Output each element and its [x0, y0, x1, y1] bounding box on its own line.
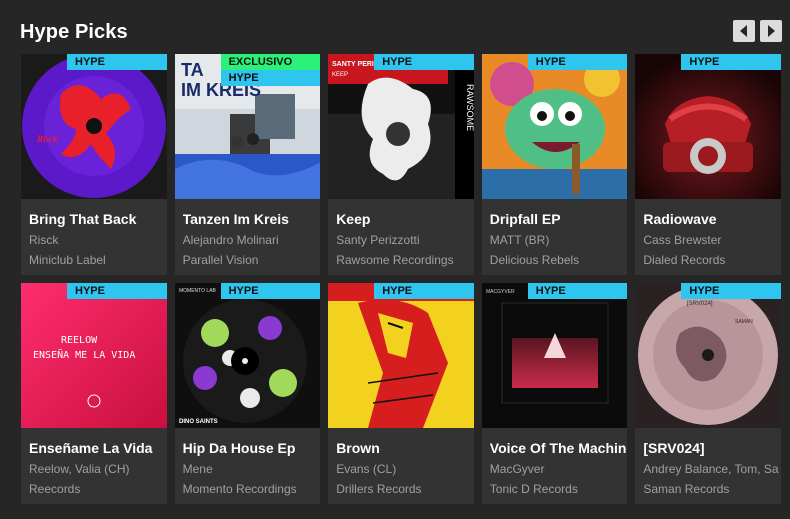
- section-header: Hype Picks: [20, 20, 782, 46]
- release-label[interactable]: Parallel Vision: [183, 253, 319, 267]
- hype-badge: HYPE: [527, 283, 628, 299]
- release-label[interactable]: Dialed Records: [643, 253, 779, 267]
- release-card[interactable]: REELOW ENSEÑA ME LA VIDA HYPE Enseñame L…: [21, 283, 167, 504]
- release-card[interactable]: HYPE Dripfall EP MATT (BR) Delicious Reb…: [481, 54, 628, 275]
- release-grid: Risck HYPE Bring That Back Risck Miniclu…: [21, 54, 781, 512]
- chevron-left-icon: [740, 25, 747, 37]
- section-title: Hype Picks: [20, 21, 128, 43]
- release-artist[interactable]: Evans (CL): [336, 462, 472, 476]
- release-card[interactable]: MOMENTO LAB DINO SAINTS HYPE Hip Da Hous…: [174, 283, 321, 504]
- release-artist[interactable]: Santy Perizzotti: [336, 233, 472, 247]
- release-label[interactable]: Delicious Rebels: [490, 253, 626, 267]
- release-row: REELOW ENSEÑA ME LA VIDA HYPE Enseñame L…: [21, 283, 781, 504]
- chevron-right-icon: [768, 25, 775, 37]
- release-label[interactable]: Tonic D Records: [490, 482, 626, 496]
- svg-text:DINO SAINTS: DINO SAINTS: [179, 419, 218, 425]
- release-artist[interactable]: Reelow, Valia (CH): [29, 462, 165, 476]
- svg-text:RAWSOME: RAWSOME: [465, 84, 474, 131]
- release-label[interactable]: Saman Records: [643, 482, 779, 496]
- svg-text:KEEP: KEEP: [332, 72, 348, 78]
- release-artwork[interactable]: MACGYVER: [481, 283, 628, 428]
- release-label[interactable]: Drillers Records: [336, 482, 472, 496]
- svg-text:Risck: Risck: [36, 134, 58, 144]
- carousel-controls: [733, 20, 782, 42]
- prev-button[interactable]: [733, 20, 755, 42]
- release-title[interactable]: Radiowave: [643, 211, 779, 227]
- svg-text:ENSEÑA ME LA VIDA: ENSEÑA ME LA VIDA: [33, 348, 135, 361]
- release-label[interactable]: Momento Recordings: [183, 482, 319, 496]
- svg-text:SAMAN: SAMAN: [735, 319, 753, 325]
- release-card[interactable]: [SRV024] SAMAN HYPE [SRV024] Andrey Bala…: [635, 283, 781, 504]
- release-artwork[interactable]: SANTY PERIZZOTTI KEEP RAWSOME: [328, 54, 474, 199]
- svg-text:EVANS (CL): EVANS (CL): [346, 372, 352, 405]
- hype-badge: HYPE: [67, 283, 167, 299]
- svg-text:TA: TA: [181, 60, 204, 80]
- hype-badge: HYPE: [527, 54, 628, 70]
- hype-badge: HYPE: [220, 283, 321, 299]
- hype-badge: HYPE: [374, 54, 474, 70]
- release-card[interactable]: TA IM KREIS EXCLUSIVO HYPE Tanzen Im Kre…: [174, 54, 321, 275]
- release-title[interactable]: Voice Of The Machine: [490, 440, 626, 456]
- release-artwork[interactable]: MOMENTO LAB DINO SAINTS: [174, 283, 321, 428]
- svg-text:MACGYVER: MACGYVER: [486, 289, 515, 295]
- release-card[interactable]: HYPE Radiowave Cass Brewster Dialed Reco…: [635, 54, 781, 275]
- release-card[interactable]: MACGYVER HYPE Voice Of The Machine MacGy…: [481, 283, 628, 504]
- release-title[interactable]: Keep: [336, 211, 472, 227]
- svg-text:BROWN: BROWN: [331, 360, 343, 403]
- release-artwork[interactable]: [635, 54, 781, 199]
- exclusive-badge: EXCLUSIVO: [220, 54, 321, 70]
- release-title[interactable]: Hip Da House Ep: [183, 440, 319, 456]
- hype-badge: HYPE: [681, 283, 781, 299]
- release-artist[interactable]: Cass Brewster: [643, 233, 779, 247]
- release-artist[interactable]: MATT (BR): [490, 233, 626, 247]
- release-card[interactable]: SANTY PERIZZOTTI KEEP RAWSOME HYPE Keep …: [328, 54, 474, 275]
- release-artwork[interactable]: BROWN EVANS (CL): [328, 283, 474, 428]
- release-artist[interactable]: Andrey Balance, Tom, Saman: [643, 462, 779, 476]
- release-title[interactable]: Bring That Back: [29, 211, 165, 227]
- release-label[interactable]: Miniclub Label: [29, 253, 165, 267]
- release-title[interactable]: Brown: [336, 440, 472, 456]
- release-artist[interactable]: Mene: [183, 462, 319, 476]
- release-artwork[interactable]: [SRV024] SAMAN: [635, 283, 781, 428]
- release-artwork[interactable]: [481, 54, 628, 199]
- hype-badge: HYPE: [67, 54, 167, 70]
- release-title[interactable]: Dripfall EP: [490, 211, 626, 227]
- release-row: Risck HYPE Bring That Back Risck Miniclu…: [21, 54, 781, 275]
- svg-text:MOMENTO LAB: MOMENTO LAB: [179, 288, 217, 294]
- release-artist[interactable]: MacGyver: [490, 462, 626, 476]
- release-label[interactable]: Rawsome Recordings: [336, 253, 472, 267]
- release-artist[interactable]: Alejandro Molinari: [183, 233, 319, 247]
- next-button[interactable]: [760, 20, 782, 42]
- hype-badge: HYPE: [681, 54, 781, 70]
- svg-text:[SRV024]: [SRV024]: [687, 301, 713, 307]
- release-title[interactable]: Tanzen Im Kreis: [183, 211, 319, 227]
- hype-badge: HYPE: [374, 283, 474, 299]
- release-card[interactable]: Risck HYPE Bring That Back Risck Miniclu…: [21, 54, 167, 275]
- release-artwork[interactable]: REELOW ENSEÑA ME LA VIDA: [21, 283, 167, 428]
- release-card[interactable]: BROWN EVANS (CL) HYPE Brown Evans (CL) D…: [328, 283, 474, 504]
- svg-text:REELOW: REELOW: [61, 335, 98, 346]
- release-label[interactable]: Reecords: [29, 482, 165, 496]
- hype-badge: HYPE: [220, 70, 321, 86]
- release-title[interactable]: [SRV024]: [643, 440, 779, 456]
- release-artwork[interactable]: Risck: [21, 54, 167, 199]
- release-artist[interactable]: Risck: [29, 233, 165, 247]
- release-title[interactable]: Enseñame La Vida: [29, 440, 165, 456]
